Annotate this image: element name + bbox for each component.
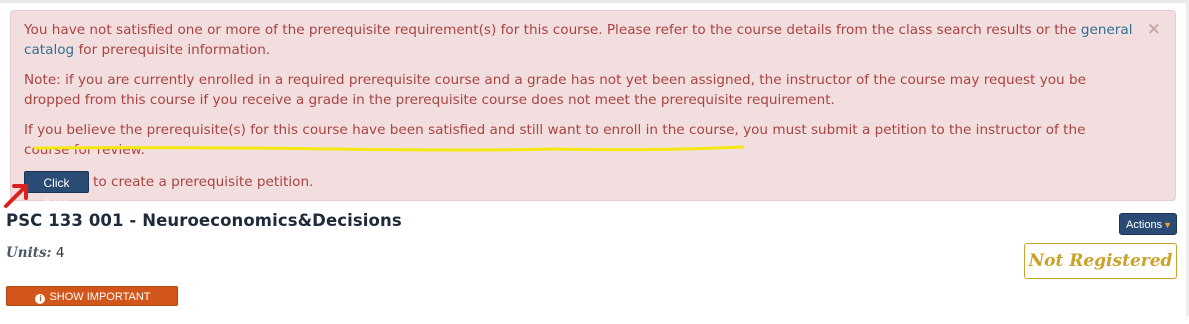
caret-down-icon: ▼ (1163, 220, 1172, 230)
course-title: PSC 133 001 - Neuroeconomics&Decisions (6, 211, 402, 230)
units-row: Units: 4 (6, 245, 64, 261)
top-divider (0, 0, 1189, 3)
alert-message: You have not satisfied one or more of th… (24, 20, 1134, 60)
actions-label: Actions (1126, 219, 1163, 231)
info-icon: i (35, 294, 46, 304)
actions-button[interactable]: Actions▼ (1119, 213, 1177, 235)
close-icon[interactable]: × (1147, 20, 1161, 38)
alert-message-text: You have not satisfied one or more of th… (24, 22, 1081, 38)
status-badge: Not Registered (1024, 243, 1177, 279)
show-details-button[interactable]: i SHOW IMPORTANT DETAILS (6, 286, 178, 321)
highlight-annotation (33, 145, 745, 152)
units-label: Units: (6, 245, 52, 261)
alert-petition-info: If you believe the prerequisite(s) for t… (24, 122, 1086, 158)
alert-note: Note: if you are currently enrolled in a… (24, 72, 1086, 108)
prerequisite-alert: × You have not satisfied one or more of … (10, 10, 1176, 201)
units-value: 4 (55, 245, 65, 261)
annotation-arrow-icon (4, 184, 28, 208)
alert-message-text-end: for prerequisite information. (74, 42, 271, 58)
show-details-label: SHOW IMPORTANT DETAILS (49, 291, 151, 321)
petition-instruction: to create a prerequisite petition. (93, 174, 314, 190)
